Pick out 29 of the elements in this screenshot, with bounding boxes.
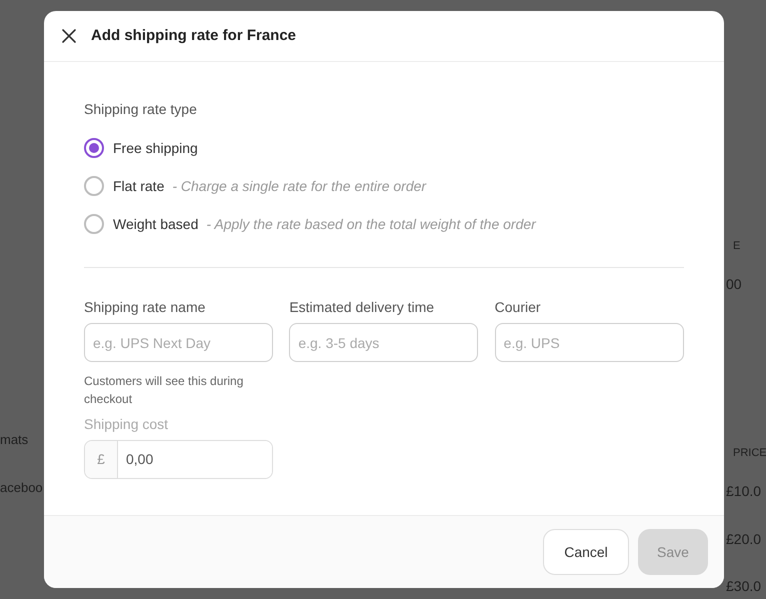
radio-label[interactable]: Weight based (113, 214, 198, 234)
table-cell-text: 00 (726, 275, 742, 294)
table-cell-text: £30.0 (726, 577, 762, 596)
option-description: - Apply the rate based on the total weight of the order (206, 214, 536, 234)
background-text: aceboo (0, 479, 43, 497)
text-field[interactable]: e.g. UPS (494, 323, 684, 362)
cancel-button[interactable]: Cancel (543, 529, 629, 575)
radio-label[interactable]: Free shipping (113, 138, 198, 158)
field-label: Shipping rate name (84, 298, 206, 317)
field-label: Courier (494, 298, 542, 317)
table-cell-text: £20.0 (726, 530, 762, 549)
field-label: Shipping cost (84, 415, 170, 434)
radio-button[interactable] (84, 214, 104, 234)
column-header: PRICE (733, 446, 766, 461)
field-label: Estimated delivery time (289, 298, 436, 317)
text-field[interactable]: e.g. 3-5 days (289, 323, 478, 362)
radio-button[interactable] (84, 176, 104, 196)
text-field[interactable]: e.g. UPS Next Day (84, 323, 273, 362)
section-label: Shipping rate type (84, 100, 198, 119)
column-header: E (733, 239, 740, 254)
dialog-title: Add shipping rate for France (91, 26, 296, 46)
currency-prefix: £ (85, 441, 118, 478)
radio-button[interactable] (84, 138, 104, 158)
helper-text: Customers will see this during checkout (84, 373, 244, 408)
close-icon[interactable] (61, 28, 77, 44)
option-description: - Charge a single rate for the entire order (172, 176, 426, 196)
table-cell-text: £10.0 (726, 482, 762, 501)
radio-label[interactable]: Flat rate (113, 176, 164, 196)
background-text: mats (0, 431, 28, 449)
